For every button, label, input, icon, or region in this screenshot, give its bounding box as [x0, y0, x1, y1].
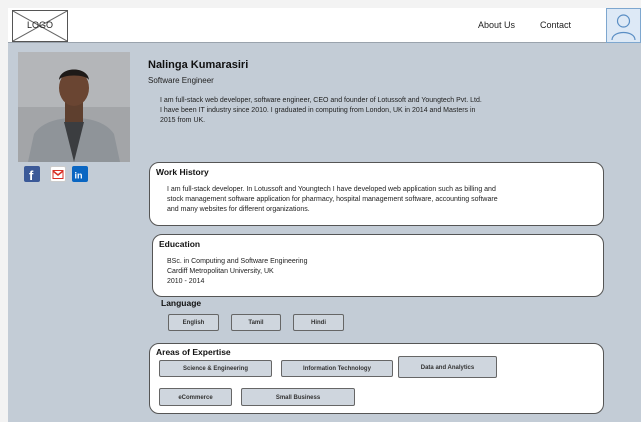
bio-line: 2015 from UK. [160, 117, 206, 124]
expertise-pill-ecommerce[interactable]: eCommerce [159, 388, 232, 406]
language-title: Language [161, 298, 202, 308]
language-pill-tamil[interactable]: Tamil [231, 314, 281, 331]
expertise-title: Areas of Expertise [156, 347, 231, 357]
expertise-pill-small-business[interactable]: Small Business [241, 388, 355, 406]
text-line: Cardiff Metropolitan University, UK [167, 268, 274, 275]
svg-text:f: f [29, 168, 34, 182]
profile-bio: I am full-stack web developer, software … [160, 96, 620, 126]
expertise-pill-information-technology[interactable]: Information Technology [281, 360, 393, 377]
profile-name: Nalinga Kumarasiri [148, 59, 249, 71]
svg-text:in: in [75, 171, 83, 181]
education-text: BSc. in Computing and Software Engineeri… [167, 257, 587, 287]
linkedin-icon[interactable]: in [72, 166, 88, 182]
logo-text: LOGO [26, 20, 53, 30]
language-pill-english[interactable]: English [168, 314, 219, 331]
education-card: Education BSc. in Computing and Software… [152, 234, 604, 297]
expertise-pill-data-analytics[interactable]: Data and Analytics [398, 356, 497, 378]
profile-role: Software Engineer [148, 76, 214, 85]
expertise-pill-science-engineering[interactable]: Science & Engineering [159, 360, 272, 377]
gmail-icon[interactable] [50, 166, 66, 182]
work-history-title: Work History [156, 167, 209, 177]
nav-about-us[interactable]: About Us [478, 20, 515, 30]
education-title: Education [159, 239, 201, 249]
bio-line: I have been IT industry since 2010. I gr… [160, 107, 476, 114]
text-line: 2010 - 2014 [167, 278, 205, 285]
profile-photo [18, 52, 130, 162]
language-pill-hindi[interactable]: Hindi [293, 314, 344, 331]
text-line: I am full-stack developer. In Lotussoft … [167, 186, 496, 193]
nav-contact[interactable]: Contact [540, 20, 571, 30]
user-avatar-icon[interactable] [606, 8, 641, 43]
text-line: stock management software application fo… [167, 196, 498, 203]
facebook-icon[interactable]: f [24, 166, 40, 183]
logo[interactable]: LOGO [12, 10, 68, 42]
text-line: and many websites for different organiza… [167, 206, 310, 213]
text-line: BSc. in Computing and Software Engineeri… [167, 258, 308, 265]
top-header: LOGO About Us Contact [8, 8, 641, 43]
work-history-card: Work History I am full-stack developer. … [149, 162, 604, 226]
bio-line: I am full-stack web developer, software … [160, 97, 482, 104]
work-history-text: I am full-stack developer. In Lotussoft … [167, 185, 599, 215]
